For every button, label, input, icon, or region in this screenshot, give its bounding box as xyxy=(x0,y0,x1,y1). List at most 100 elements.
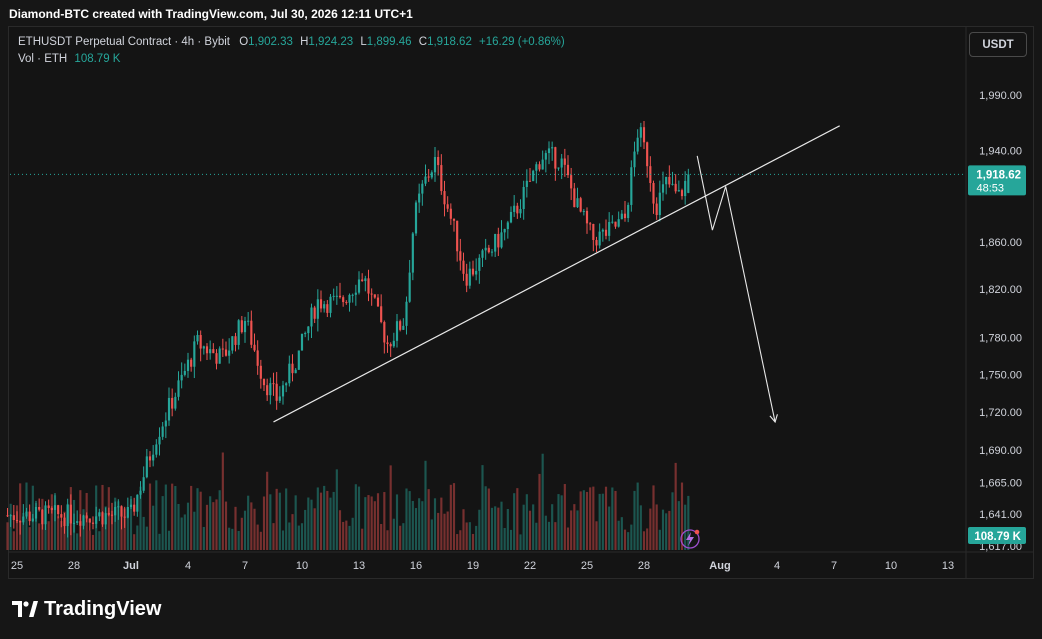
candle-body xyxy=(310,307,313,327)
candle-body xyxy=(617,219,620,227)
volume-bar xyxy=(443,513,446,550)
candle-body xyxy=(361,279,364,282)
volume-bar xyxy=(148,483,152,550)
candle-body xyxy=(509,211,513,223)
volume-bar xyxy=(167,530,171,550)
volume-bar xyxy=(456,534,459,550)
candle-body xyxy=(272,383,275,385)
candle-body xyxy=(133,504,136,512)
volume-bar xyxy=(76,533,79,550)
candle-body xyxy=(665,176,668,185)
volume-bar xyxy=(522,504,525,550)
volume-bar xyxy=(193,511,196,550)
ohlc-row: ETHUSDT Perpetual Contract · 4h · Bybit … xyxy=(18,34,565,51)
volume-bar xyxy=(566,527,570,550)
candle-body xyxy=(592,223,595,240)
candle-body xyxy=(205,346,209,354)
trendline xyxy=(273,125,840,423)
volume-bar xyxy=(513,493,516,550)
countdown-label: 48:53 xyxy=(976,182,1004,194)
volume-bar xyxy=(487,488,490,550)
y-tick-label: 1,860.00 xyxy=(979,237,1022,249)
volume-bar xyxy=(579,491,582,550)
volume-bar xyxy=(623,529,627,550)
low-value: 1,899.46 xyxy=(366,36,412,48)
candle-body xyxy=(342,297,345,303)
y-tick-label: 1,780.00 xyxy=(979,332,1022,344)
high-value: 1,924.23 xyxy=(308,36,354,48)
candle-body xyxy=(332,295,335,297)
candle-body xyxy=(655,203,658,216)
candle-body xyxy=(243,320,247,333)
candle-body xyxy=(443,191,446,205)
volume-bar xyxy=(373,501,376,550)
candle-body xyxy=(471,268,475,275)
x-tick-label: 10 xyxy=(296,560,308,572)
volume-bar xyxy=(367,495,370,550)
volume-bar xyxy=(158,533,161,550)
candle-body xyxy=(554,147,557,169)
x-tick-label: Jul xyxy=(123,560,139,572)
tradingview-logo-icon xyxy=(12,601,38,617)
volume-bar xyxy=(668,510,671,550)
candle-body xyxy=(44,505,47,525)
volume-bar xyxy=(519,534,522,550)
volume-bar xyxy=(335,469,338,550)
candle-body xyxy=(576,198,579,208)
candle-body xyxy=(66,504,69,527)
candle-body xyxy=(386,342,389,345)
volume-bar xyxy=(224,501,228,550)
volume-bar xyxy=(310,499,313,550)
volume-bar xyxy=(319,492,323,550)
candle-body xyxy=(658,192,661,216)
volume-bar xyxy=(205,504,209,550)
candle-body xyxy=(47,505,50,508)
volume-bar xyxy=(12,531,15,550)
candle-body xyxy=(459,251,462,261)
x-tick-label: 22 xyxy=(524,560,536,572)
volume-bar xyxy=(136,525,139,550)
volume-bar xyxy=(627,532,630,550)
currency-button[interactable]: USDT xyxy=(969,32,1027,57)
volume-bar xyxy=(655,504,658,550)
candle-body xyxy=(304,333,307,335)
volume-bar xyxy=(215,499,218,550)
candle-body xyxy=(28,511,31,522)
volume-label[interactable]: Vol · ETH xyxy=(18,53,67,65)
volume-bar xyxy=(300,523,304,550)
volume-bar xyxy=(237,530,240,550)
volume-bar xyxy=(576,510,579,550)
y-tick-label: 1,690.00 xyxy=(979,445,1022,457)
volume-bar xyxy=(547,521,551,550)
candle-body xyxy=(240,320,243,333)
volume-bar xyxy=(570,510,573,550)
open-value: 1,902.33 xyxy=(248,36,293,48)
volume-bar xyxy=(278,492,281,550)
candle-body xyxy=(418,193,421,203)
candle-body xyxy=(367,278,370,294)
close-value: 1,918.62 xyxy=(427,36,472,48)
y-tick-label: 1,940.00 xyxy=(979,145,1022,157)
candle-body xyxy=(595,239,598,246)
volume-bar xyxy=(342,521,345,550)
candle-body xyxy=(462,260,465,274)
symbol-label[interactable]: ETHUSDT Perpetual Contract · 4h · Bybit xyxy=(18,36,230,48)
volume-bar xyxy=(285,488,288,550)
volume-bar xyxy=(190,485,193,550)
volume-bar xyxy=(177,503,180,550)
volume-bar xyxy=(405,488,408,550)
volume-bar xyxy=(145,526,148,550)
volume-bar xyxy=(490,507,494,550)
volume-bar xyxy=(468,522,471,550)
tradingview-logo[interactable]: TradingView xyxy=(12,598,161,620)
drawings xyxy=(273,125,840,424)
volume-bar xyxy=(370,496,373,550)
volume-bar xyxy=(506,508,509,550)
candle-body xyxy=(120,506,123,517)
candle-body xyxy=(171,397,174,409)
volume-bar xyxy=(338,510,342,550)
candle-body xyxy=(313,307,316,319)
candle-body xyxy=(34,506,38,519)
change-value: +16.29 (+0.86%) xyxy=(479,36,565,48)
candle-body xyxy=(275,383,278,401)
